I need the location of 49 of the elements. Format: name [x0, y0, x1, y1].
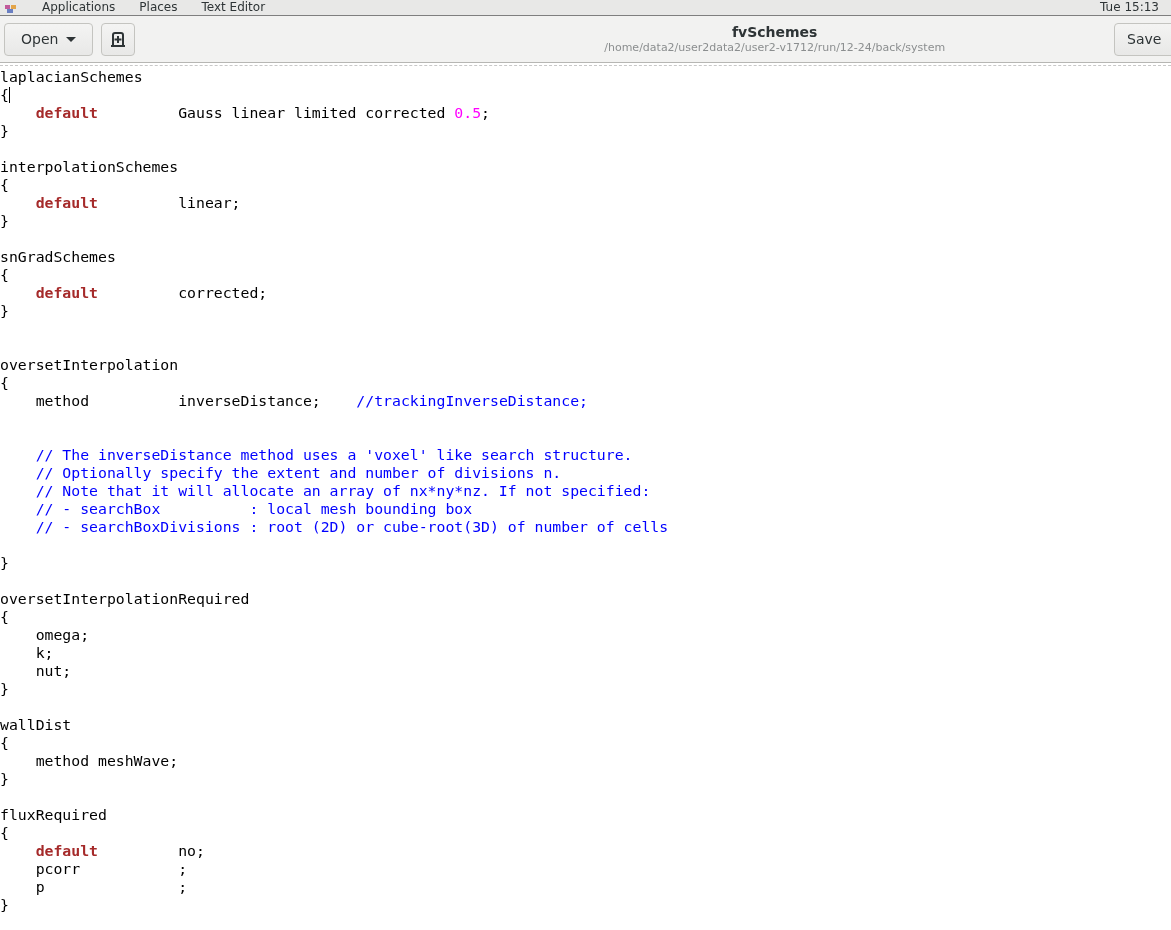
code-line: wallDist — [0, 716, 73, 734]
code-line: p ; — [34, 878, 189, 896]
code-line: } — [0, 212, 10, 230]
clock[interactable]: Tue 15:13 — [1100, 0, 1167, 15]
code-line: k; — [34, 644, 55, 662]
code-line: fluxRequired — [0, 806, 108, 824]
panel-menu[interactable]: Places — [139, 0, 178, 15]
code-line: { — [0, 608, 10, 626]
file-path: /home/data2/user2data2/user2-v1712/run/12-24/back/system — [604, 40, 946, 55]
code-line: method meshWave; — [34, 752, 180, 770]
code-line: default Gauss linear limited corrected 0.5; — [34, 104, 491, 122]
code-line: oversetInterpolationRequired — [0, 590, 251, 608]
code-line: { — [0, 86, 11, 104]
code-line: // - searchBox : local mesh bounding box — [34, 500, 474, 518]
code-line: } — [0, 554, 10, 572]
code-line: oversetInterpolation — [0, 356, 180, 374]
code-line: } — [0, 680, 10, 698]
code-line: { — [0, 374, 10, 392]
code-line: interpolationSchemes — [0, 158, 180, 176]
code-line: nut; — [34, 662, 73, 680]
code-line: method inverseDistance; //trackingInverseDistance; — [34, 392, 589, 410]
save-button[interactable]: Save — [1114, 22, 1171, 56]
code-line: default no; — [34, 842, 206, 860]
code-line: // - searchBoxDivisions : root (2D) or cube-root(3D) of number of cells — [34, 518, 670, 536]
panel-menu[interactable]: Applications — [42, 0, 116, 15]
code-line: // The inverseDistance method uses a 'voxel' like search structure. — [34, 446, 634, 464]
code-line: omega; — [34, 626, 91, 644]
code-line: } — [0, 770, 10, 788]
apps-icon[interactable] — [4, 5, 18, 13]
code-line: { — [0, 734, 10, 752]
code-line: { — [0, 176, 10, 194]
code-line: default corrected; — [34, 284, 269, 302]
caret-icon — [66, 36, 77, 42]
code-line: // Note that it will allocate an array of nx*ny*nz. If not specified: — [34, 482, 652, 500]
code-line: // Optionally specify the extent and number of divisions n. — [34, 464, 563, 482]
code-line: { — [0, 824, 10, 842]
code-line: { — [0, 266, 10, 284]
new-document-icon — [110, 31, 127, 47]
panel-menu[interactable]: Text Editor — [201, 0, 266, 15]
code-line: pcorr ; — [34, 860, 189, 878]
code-line: } — [0, 122, 10, 140]
code-line: laplacianSchemes — [0, 68, 144, 86]
code-line: } — [0, 896, 10, 914]
code-line: default linear; — [34, 194, 242, 212]
new-document-button[interactable] — [101, 22, 136, 56]
open-button[interactable]: Open — [4, 22, 94, 56]
code-line: } — [0, 302, 10, 320]
code-line: snGradSchemes — [0, 248, 117, 266]
window-title: fvSchemes — [731, 23, 818, 41]
